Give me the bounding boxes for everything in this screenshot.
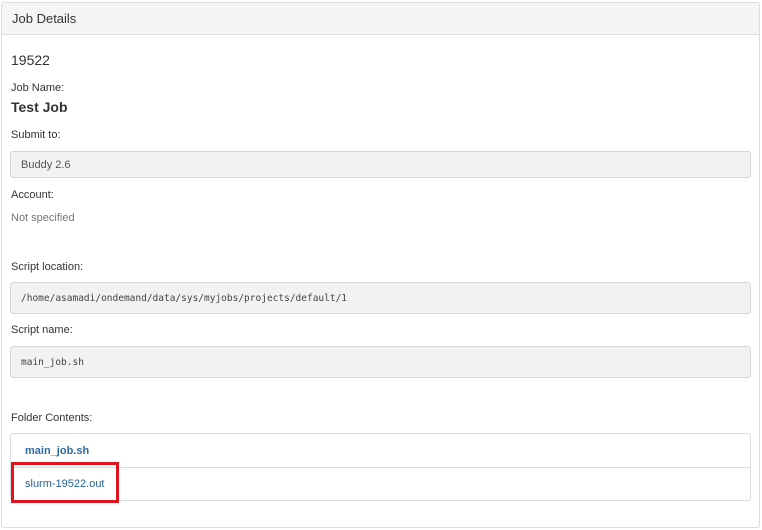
script-location-field: /home/asamadi/ondemand/data/sys/myjobs/p… [10, 282, 751, 314]
script-location-label: Script location: [11, 261, 84, 273]
job-name: Test Job [11, 99, 68, 115]
account-label: Account: [11, 189, 54, 201]
file-link-slurm-output[interactable]: slurm-19522.out [11, 467, 750, 500]
job-id: 19522 [11, 52, 50, 68]
script-name-field: main_job.sh [10, 346, 751, 378]
script-name-label: Script name: [11, 324, 73, 336]
folder-contents-list: main_job.sh slurm-19522.out [10, 433, 751, 501]
submit-to-field: Buddy 2.6 [10, 151, 751, 178]
job-name-label: Job Name: [11, 82, 65, 94]
file-link-main-job[interactable]: main_job.sh [11, 434, 750, 467]
folder-contents-label: Folder Contents: [11, 412, 93, 424]
submit-to-label: Submit to: [11, 129, 61, 141]
account-value: Not specified [11, 212, 75, 224]
panel-title: Job Details [2, 3, 759, 35]
